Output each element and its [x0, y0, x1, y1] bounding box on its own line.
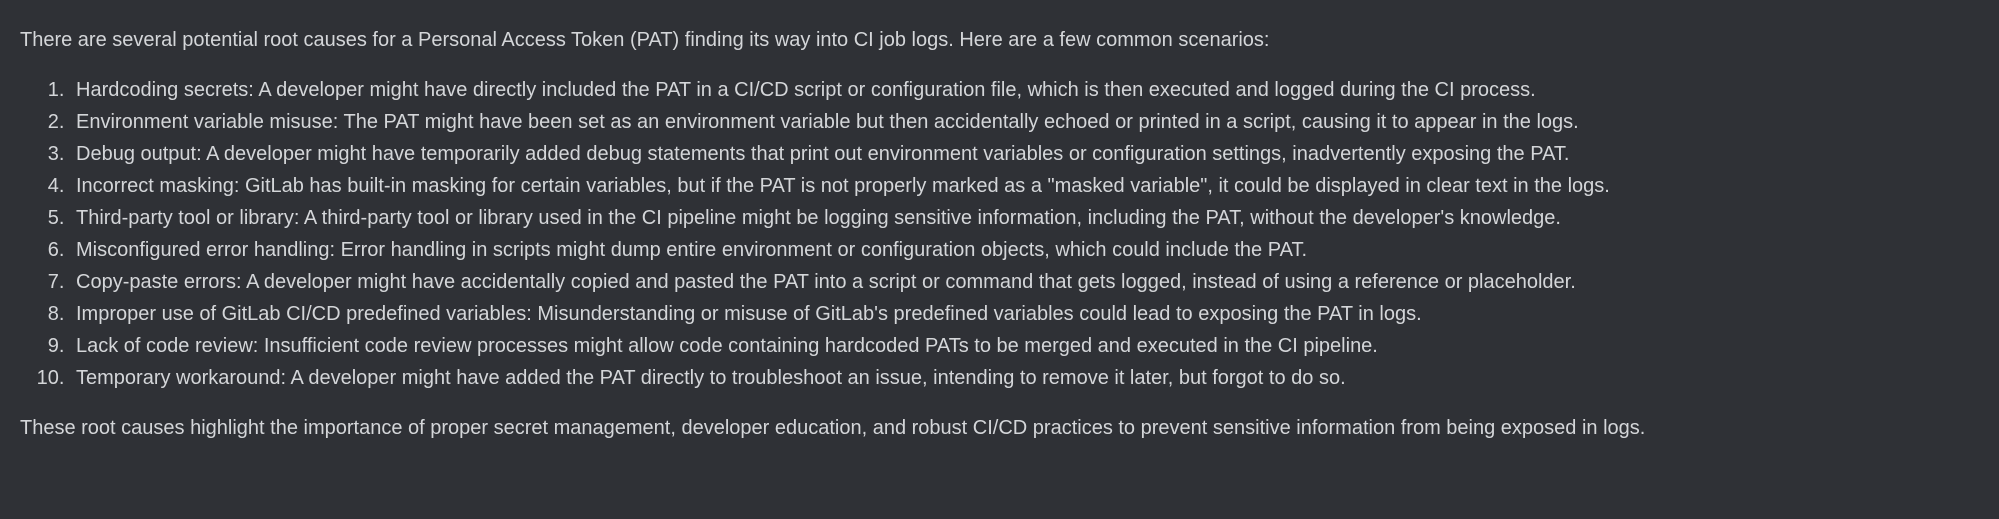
list-item: Hardcoding secrets: A developer might ha…: [70, 74, 1979, 106]
root-causes-list: Hardcoding secrets: A developer might ha…: [20, 74, 1979, 394]
list-item: Lack of code review: Insufficient code r…: [70, 330, 1979, 362]
list-item: Incorrect masking: GitLab has built-in m…: [70, 170, 1979, 202]
closing-paragraph: These root causes highlight the importan…: [20, 412, 1979, 444]
list-item: Misconfigured error handling: Error hand…: [70, 234, 1979, 266]
list-item: Temporary workaround: A developer might …: [70, 362, 1979, 394]
list-item: Environment variable misuse: The PAT mig…: [70, 106, 1979, 138]
list-item: Debug output: A developer might have tem…: [70, 138, 1979, 170]
list-item: Copy-paste errors: A developer might hav…: [70, 266, 1979, 298]
list-item: Third-party tool or library: A third-par…: [70, 202, 1979, 234]
intro-paragraph: There are several potential root causes …: [20, 24, 1979, 56]
list-item: Improper use of GitLab CI/CD predefined …: [70, 298, 1979, 330]
